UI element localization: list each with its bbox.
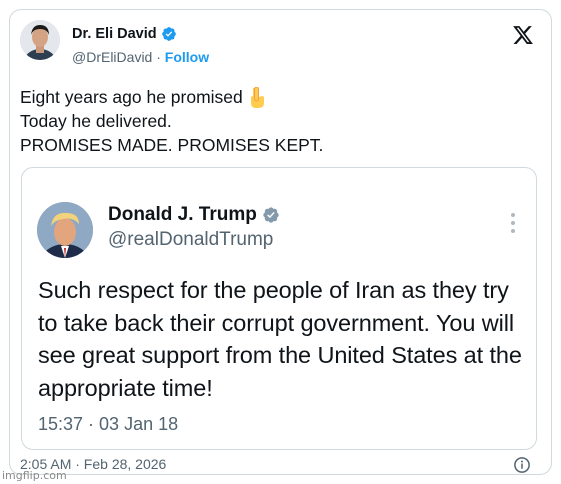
- quoted-author-name-text: Donald J. Trump: [108, 204, 257, 225]
- tweet-text-line-1-text: Eight years ago he promised: [20, 87, 243, 107]
- tweet-text-line-1: Eight years ago he promised: [20, 85, 323, 109]
- author-handle[interactable]: @DrEliDavid: [72, 49, 152, 65]
- quoted-author-handle: @realDonaldTrump: [108, 229, 274, 250]
- tweet-text: Eight years ago he promised Today he del…: [20, 85, 323, 157]
- verified-badge-icon: [161, 27, 176, 41]
- verified-badge-icon: [263, 207, 279, 223]
- x-logo-icon[interactable]: [511, 24, 535, 46]
- follow-button[interactable]: Follow: [165, 49, 209, 65]
- author-handle-row: @DrEliDavid · Follow: [72, 49, 209, 65]
- tweet-text-line-2: Today he delivered.: [20, 111, 172, 132]
- quoted-tweet[interactable]: Donald J. Trump @realDonaldTrump Such re…: [21, 167, 537, 450]
- tweet-text-line-3: PROMISES MADE. PROMISES KEPT.: [20, 135, 324, 156]
- author-avatar[interactable]: [20, 20, 60, 60]
- watermark: imgflip.com: [2, 469, 67, 482]
- backhand-index-pointing-down-icon: [250, 87, 264, 109]
- separator-dot: ·: [156, 49, 161, 65]
- quoted-tweet-text: Such respect for the people of Iran as t…: [38, 277, 522, 401]
- quoted-tweet-timestamp: 15:37 · 03 Jan 18: [38, 414, 179, 434]
- more-vertical-icon: [511, 213, 515, 233]
- author-name[interactable]: Dr. Eli David: [72, 26, 177, 42]
- quoted-author-avatar: [37, 202, 93, 258]
- info-icon[interactable]: [513, 456, 531, 474]
- author-name-text[interactable]: Dr. Eli David: [72, 26, 157, 42]
- tweet-card: Dr. Eli David @DrEliDavid · Follow Eight…: [9, 9, 552, 475]
- quoted-author-name: Donald J. Trump: [108, 204, 280, 226]
